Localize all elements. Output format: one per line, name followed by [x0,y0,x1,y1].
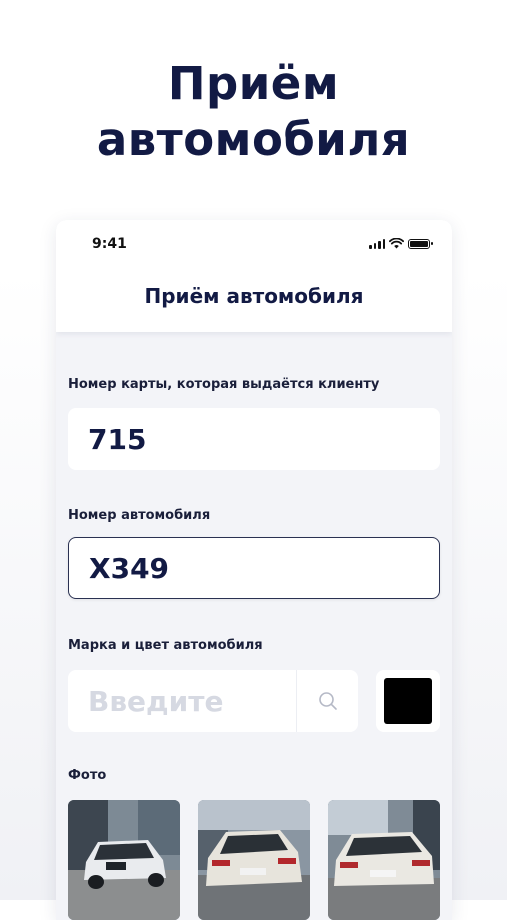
search-button[interactable] [296,670,358,732]
card-number-input[interactable]: 715 [68,408,440,470]
status-time: 9:41 [92,236,127,252]
phone-screen: 9:41 Приём автомобиля Номер карты, котор… [56,220,452,920]
car-photo-3[interactable] [328,800,440,920]
card-number-label: Номер карты, которая выдаётся клиенту [68,377,380,392]
hero-title-line1: Приём [167,57,340,110]
cellular-signal-icon [369,238,385,249]
color-picker-button[interactable] [376,670,440,732]
brand-search-field[interactable]: Введите [68,670,358,732]
car-photo-rear-icon [198,800,310,920]
battery-icon [408,238,433,249]
selected-color-swatch [384,678,432,724]
hero-title: Приём автомобиля [0,56,507,168]
car-photo-front-icon [68,800,180,920]
hero-title-line2: автомобиля [96,113,411,166]
plate-number-label: Номер автомобиля [68,508,211,523]
status-icons [369,238,433,249]
search-icon [318,692,337,710]
plate-number-input[interactable]: Х349 [68,537,440,599]
screen-title: Приём автомобиля [144,284,364,308]
photo-gallery [68,800,440,920]
car-photo-1[interactable] [68,800,180,920]
brand-color-label: Марка и цвет автомобиля [68,638,263,653]
screen-header: 9:41 Приём автомобиля [56,220,452,332]
car-photo-rear-side-icon [328,800,440,920]
photos-label: Фото [68,768,107,783]
wifi-icon [389,238,404,249]
car-photo-2[interactable] [198,800,310,920]
brand-search-input[interactable]: Введите [68,685,296,718]
